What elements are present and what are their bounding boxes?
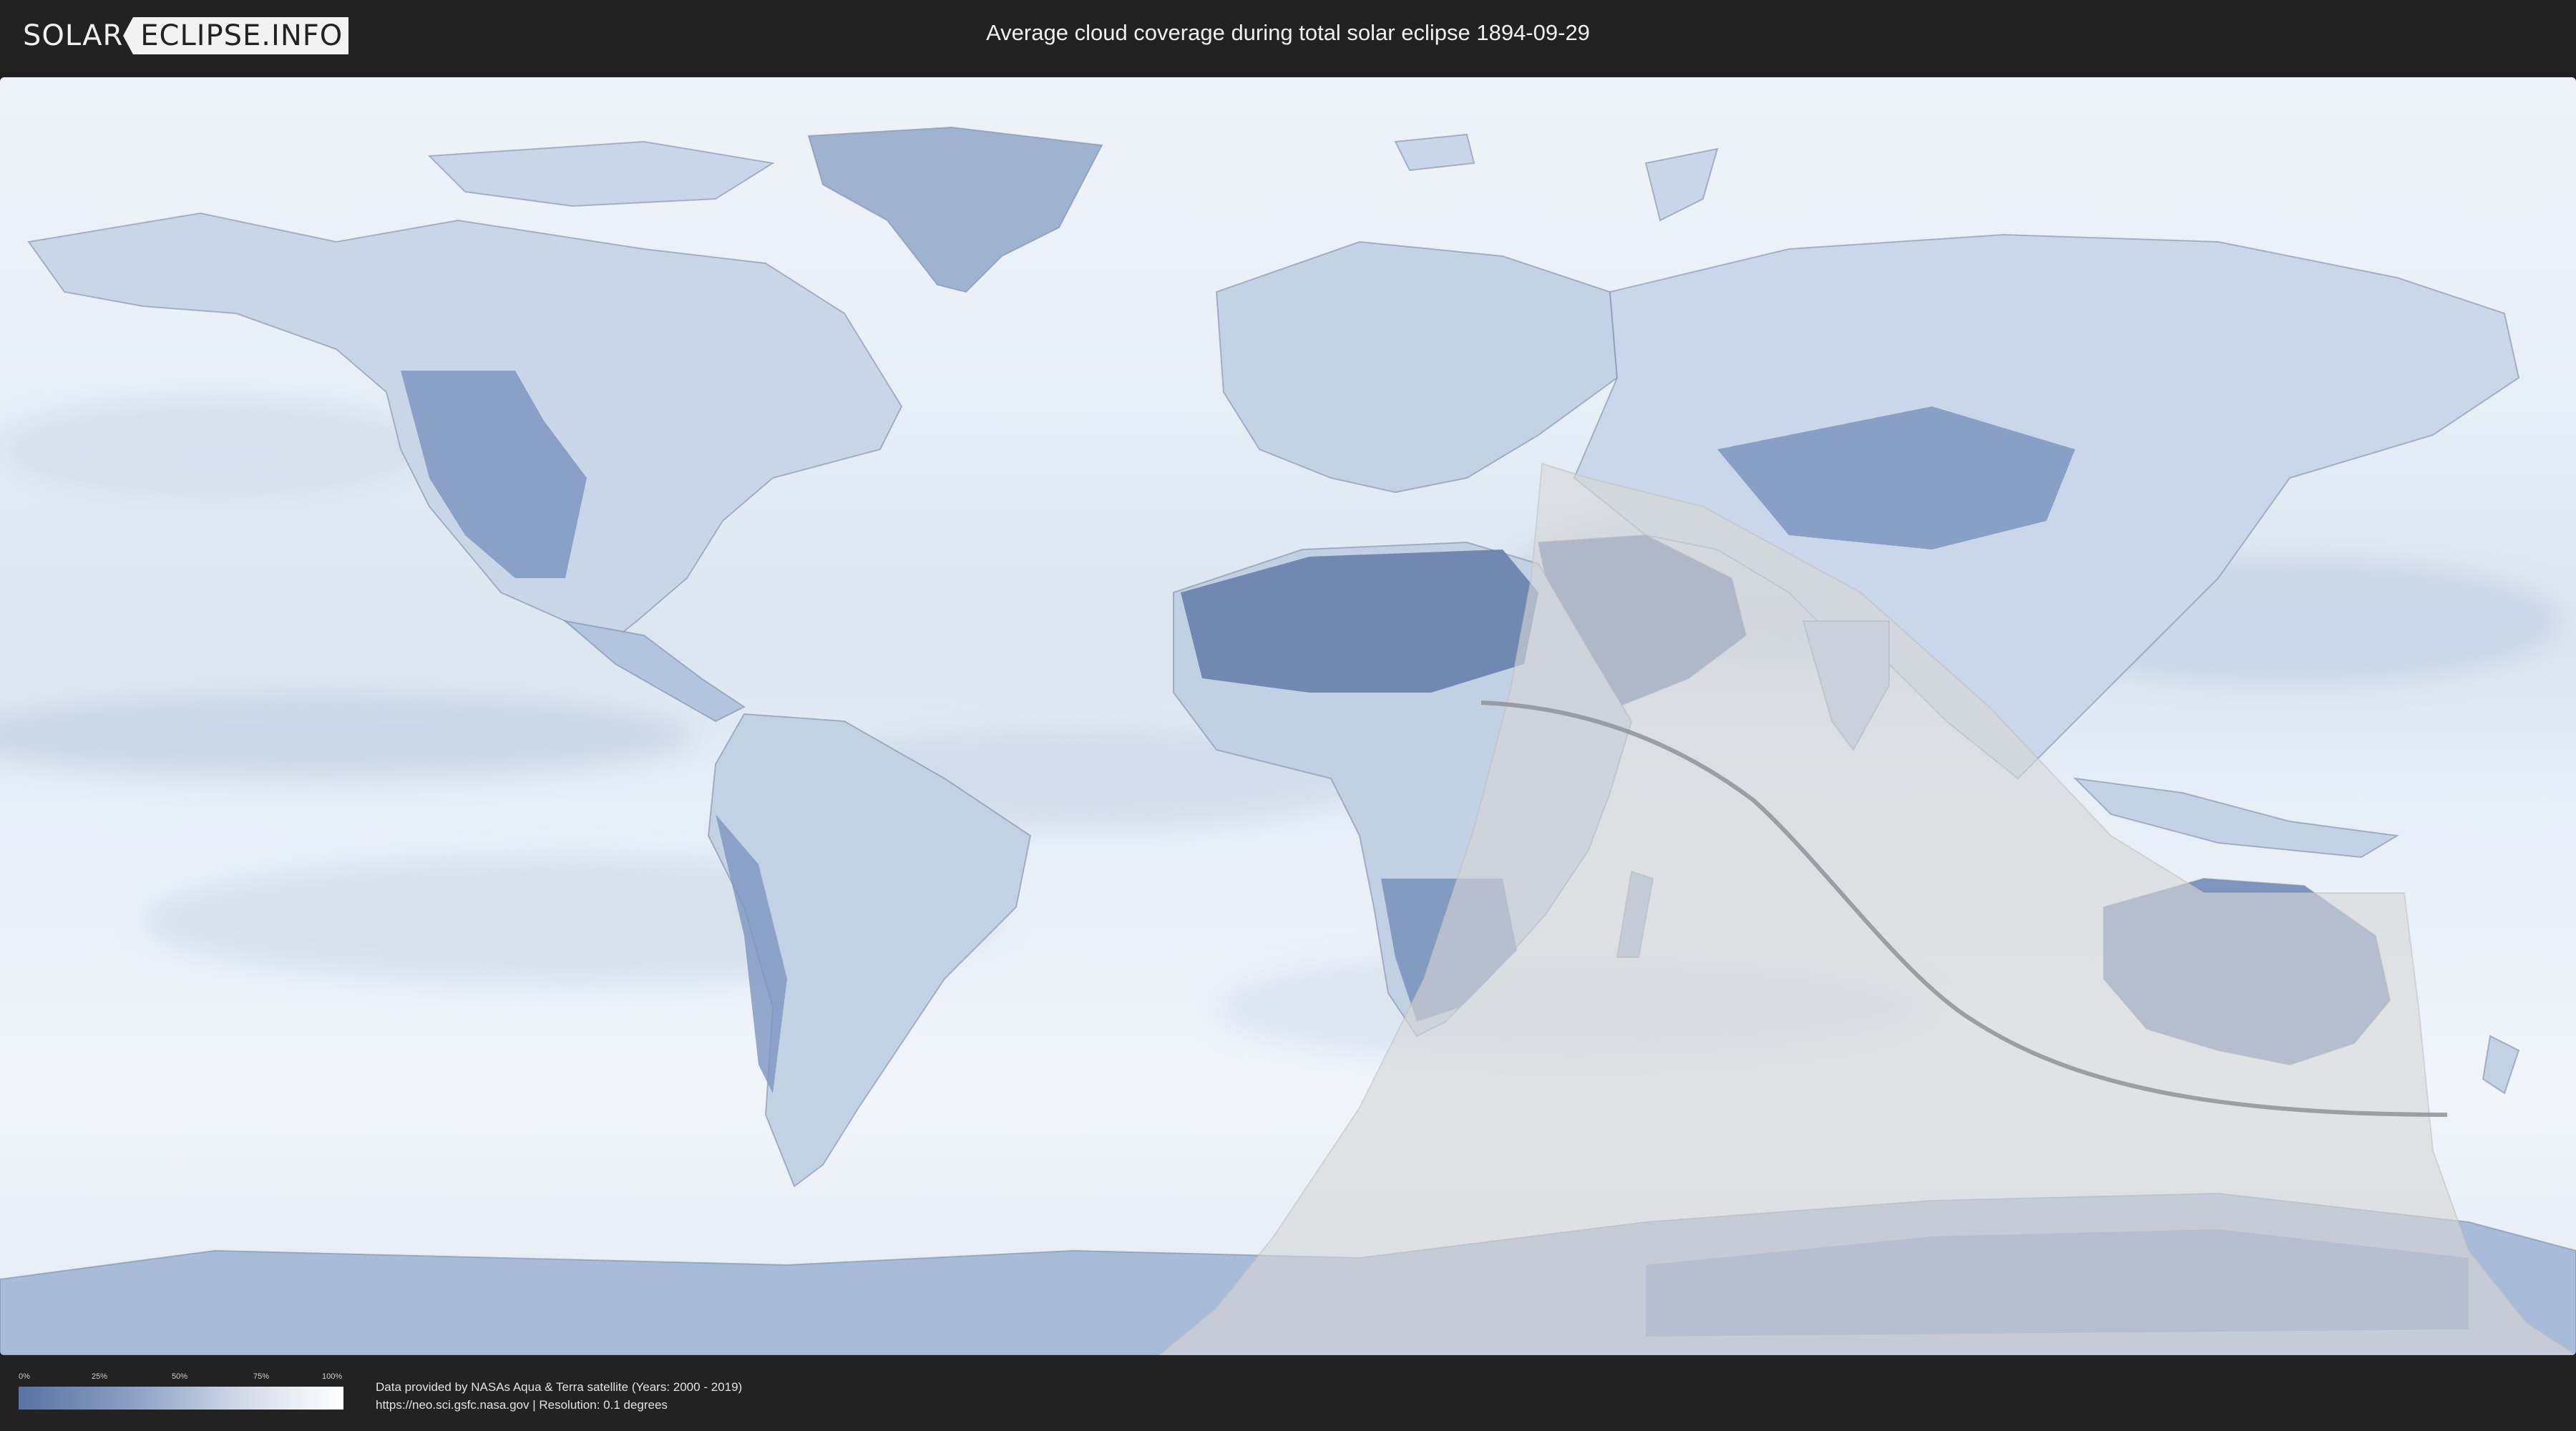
credits-line-2[interactable]: https://neo.sci.gsfc.nasa.gov | Resoluti… — [376, 1396, 742, 1414]
svalbard-land — [1394, 133, 1475, 172]
credits-line-1: Data provided by NASAs Aqua & Terra sate… — [376, 1380, 743, 1394]
world-map-svg — [0, 77, 2576, 1355]
data-credits: Data provided by NASAs Aqua & Terra sate… — [376, 1378, 742, 1414]
legend-tick-50: 50% — [172, 1372, 188, 1381]
cloud-coverage-map[interactable] — [0, 77, 2576, 1355]
header-bar: SOLAR ECLIPSE.INFO Average cloud coverag… — [0, 0, 2576, 72]
legend-tick-0: 0% — [19, 1372, 30, 1381]
legend-tick-75: 75% — [253, 1372, 270, 1381]
legend-tick-25: 25% — [92, 1372, 108, 1381]
footer-bar: 0% 25% 50% 75% 100% Data provided by NAS… — [0, 1355, 2576, 1431]
cloud-coverage-legend: 0% 25% 50% 75% 100% — [19, 1372, 343, 1410]
legend-tick-100: 100% — [322, 1372, 343, 1381]
page-title: Average cloud coverage during total sola… — [986, 20, 1590, 45]
legend-ticks: 0% 25% 50% 75% 100% — [19, 1372, 343, 1382]
legend-color-bar — [19, 1387, 343, 1410]
